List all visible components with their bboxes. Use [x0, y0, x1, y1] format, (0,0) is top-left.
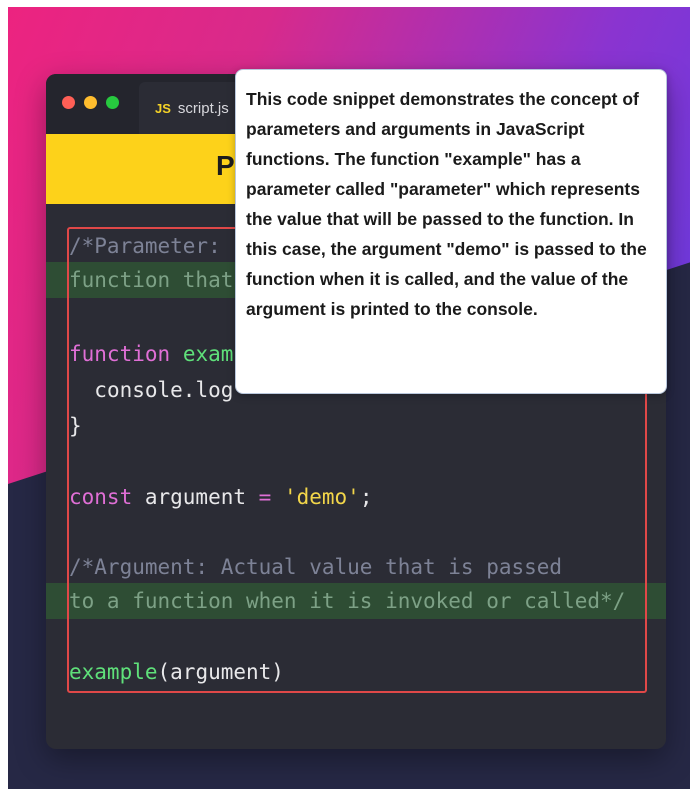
javascript-icon: JS — [155, 100, 171, 116]
close-window-button[interactable] — [62, 96, 75, 109]
tooltip-text: This code snippet demonstrates the conce… — [246, 89, 647, 319]
maximize-window-button[interactable] — [106, 96, 119, 109]
explanation-tooltip: This code snippet demonstrates the conce… — [235, 69, 667, 394]
background-scene: JS script.js P /*Parameter: function tha… — [8, 7, 690, 789]
minimize-window-button[interactable] — [84, 96, 97, 109]
file-tab-label: script.js — [177, 99, 229, 117]
banner-title: P — [216, 150, 235, 181]
